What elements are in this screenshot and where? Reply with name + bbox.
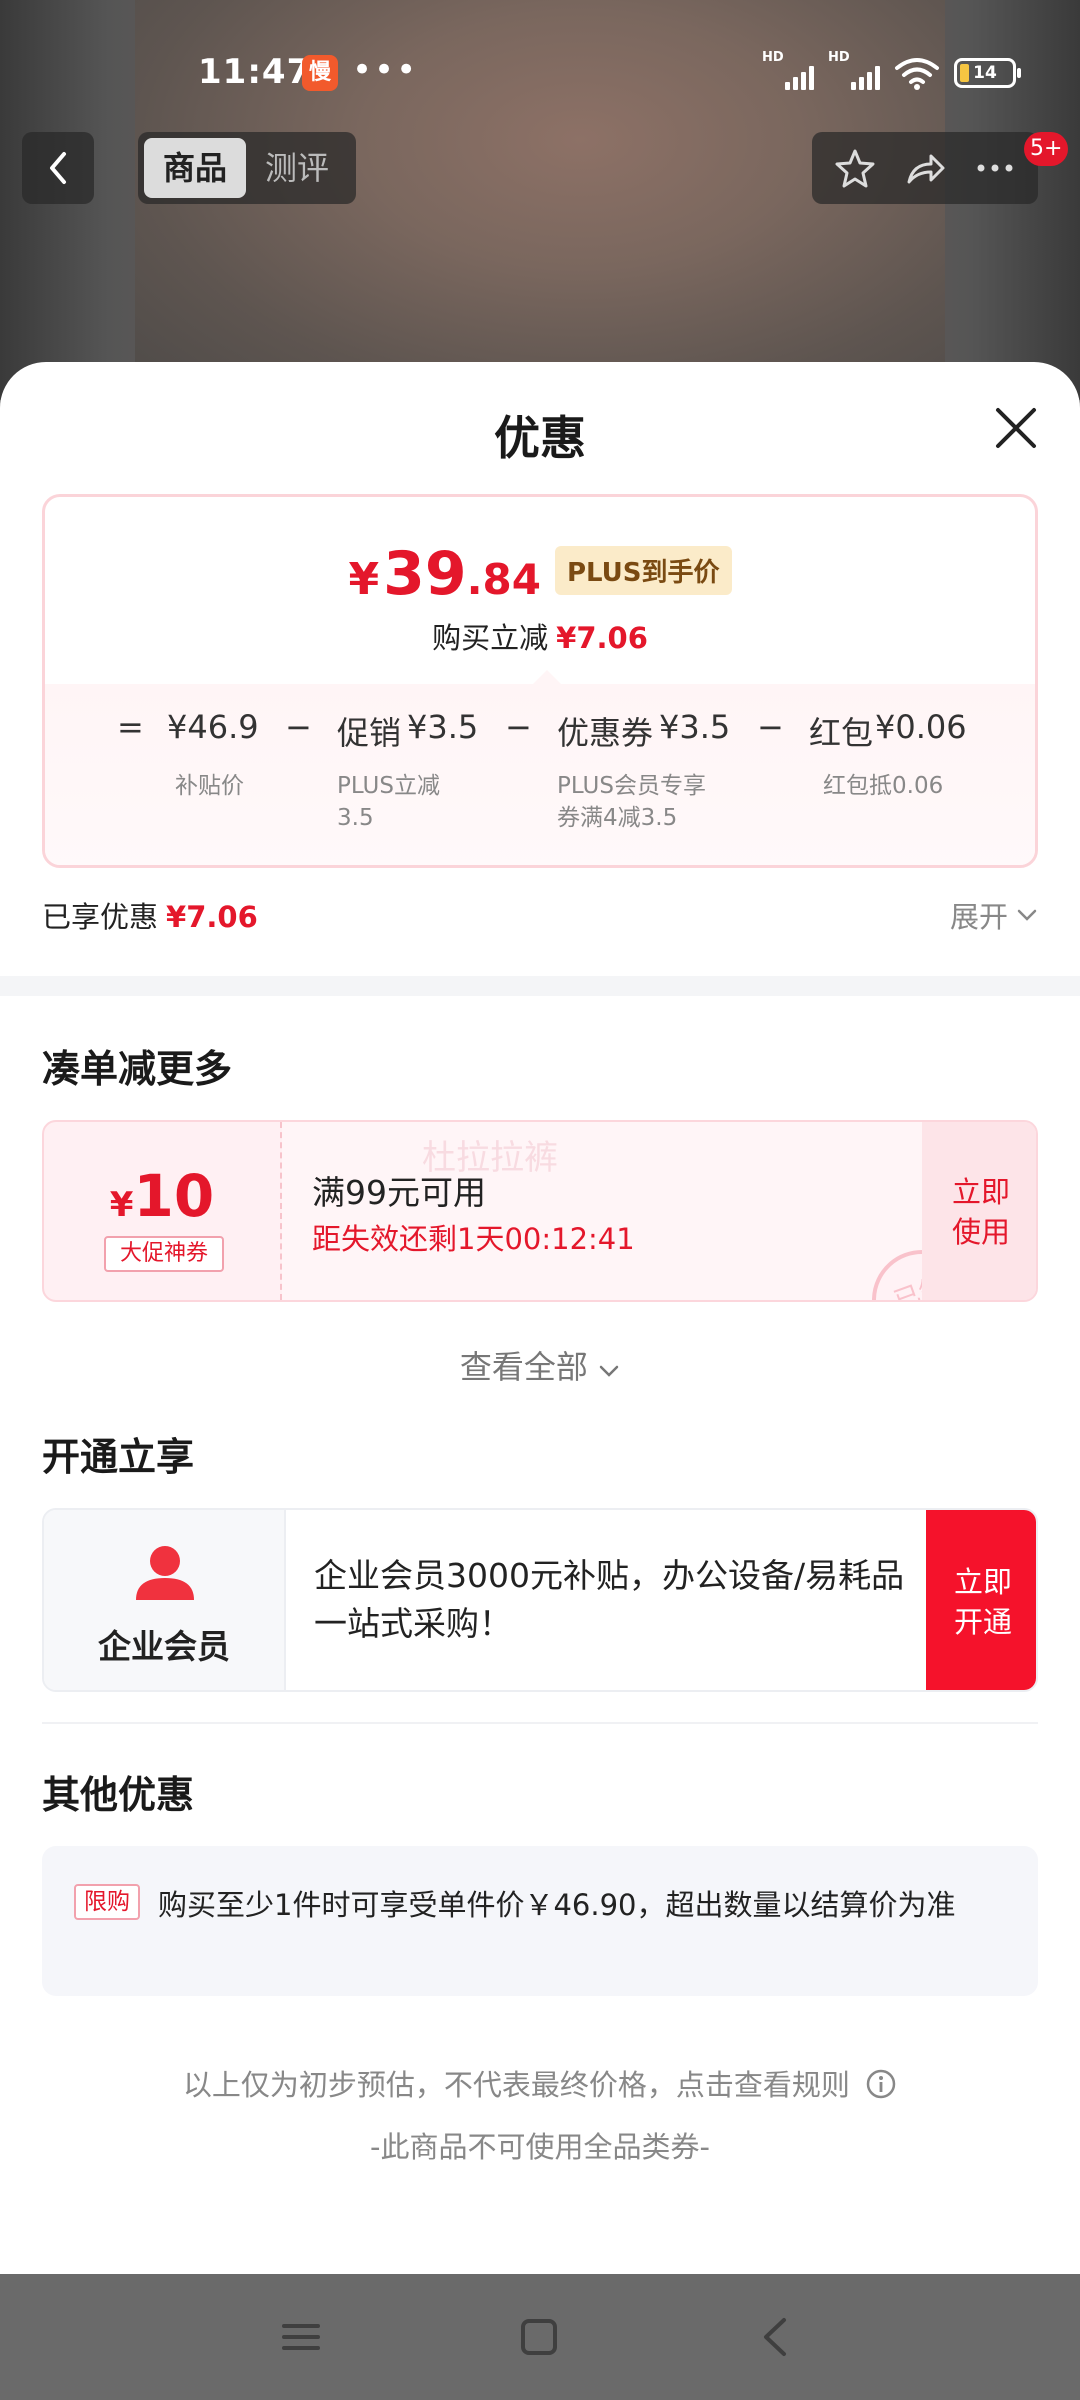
use-btn-line2: 使用 — [951, 1215, 1010, 1249]
back-chevron-icon — [50, 152, 66, 184]
price-summary: ¥ 39 .84 PLUS到手价 购买立减 ¥7.06 — [45, 497, 1035, 687]
base-price-label: 补贴价 — [175, 773, 244, 799]
sheet-title: 优惠 — [494, 411, 586, 465]
screen: 11:47 慢 ••• HD HD 14 商品 测评 5+ 优惠 ¥ 39 .8… — [0, 0, 1080, 2400]
notification-app-icon: 慢 — [302, 55, 338, 91]
final-price: ¥ 39 .84 PLUS到手价 — [45, 539, 1035, 609]
more-icon[interactable] — [973, 146, 1017, 190]
price-decimal: .84 — [466, 555, 541, 604]
equals-sign: = — [117, 708, 144, 746]
coupon-amount: ¥10 — [44, 1162, 280, 1230]
back-button[interactable] — [22, 132, 94, 204]
section-title-open: 开通立享 — [42, 1435, 195, 1479]
section-divider — [0, 976, 1080, 996]
expand-button[interactable]: 展开 — [950, 894, 1038, 936]
system-nav-bar — [0, 2274, 1080, 2400]
tab-product[interactable]: 商品 — [144, 138, 246, 198]
breakdown-row: = ¥46.9 − 促销 ¥3.5 − 优惠券 ¥3.5 − 红包 ¥0.06 — [45, 708, 1035, 758]
home-square-icon[interactable] — [514, 2312, 564, 2362]
status-time: 11:47 — [198, 52, 312, 92]
limit-tag: 限购 — [74, 1884, 140, 1920]
promo-label-line1: PLUS立减 — [337, 773, 440, 799]
promo-label-line2: 3.5 — [337, 805, 374, 831]
promo-name: 促销 — [337, 714, 402, 752]
signal-icon-2: HD — [828, 50, 880, 90]
redpacket-label: 红包抵0.06 — [823, 773, 944, 799]
view-all-label: 查看全部 — [459, 1348, 588, 1386]
coupon-condition: 满99元可用 — [312, 1173, 486, 1212]
top-actions — [812, 132, 1038, 204]
coupon-name: 优惠券 — [557, 714, 654, 752]
price-card: ¥ 39 .84 PLUS到手价 购买立减 ¥7.06 = ¥46.9 − 促销 … — [42, 494, 1038, 868]
wifi-icon — [895, 58, 939, 90]
open-membership-button[interactable]: 立即 开通 — [926, 1510, 1036, 1690]
product-tabs: 商品 测评 — [138, 132, 356, 204]
coupon-currency: ¥ — [109, 1185, 134, 1225]
saved-label: 已享优惠 — [42, 900, 159, 934]
limit-description: 购买至少1件时可享受单件价￥46.90，超出数量以结算价为准 — [158, 1888, 956, 1922]
member-name: 企业会员 — [98, 1627, 230, 1666]
coupon-label-line2: 券满4减3.5 — [557, 805, 678, 831]
minus-sign-1: − — [285, 708, 312, 746]
info-icon — [866, 2069, 896, 2099]
reduction-value: ¥7.06 — [556, 621, 648, 655]
message-badge: 5+ — [1024, 132, 1069, 166]
price-breakdown: = ¥46.9 − 促销 ¥3.5 − 优惠券 ¥3.5 − 红包 ¥0.06 … — [45, 670, 1035, 865]
section-title-more: 凑单减更多 — [42, 1047, 233, 1091]
redpacket-name: 红包 — [809, 714, 874, 752]
rules-note-text: 以上仅为初步预估，不代表最终价格，点击查看规则 — [182, 2068, 850, 2102]
plus-price-tag: PLUS到手价 — [554, 545, 732, 595]
member-description: 企业会员3000元补贴，办公设备/易耗品一站式采购！ — [314, 1556, 905, 1643]
coupon-card: ¥10 大促神券 杜拉拉裤 满99元可用 距失效还剩1天00:12:41 已领 … — [42, 1120, 1038, 1302]
signal-icon-1: HD — [762, 50, 814, 90]
share-icon[interactable] — [903, 146, 947, 190]
open-btn-line2: 开通 — [953, 1605, 1012, 1639]
promo-value: ¥3.5 — [407, 708, 479, 746]
member-badge: 企业会员 — [44, 1510, 286, 1690]
coupon-tag: 大促神券 — [104, 1236, 224, 1272]
coupon-label-line1: PLUS会员专享 — [557, 773, 706, 799]
base-price: ¥46.9 — [167, 708, 259, 746]
section-title-other: 其他优惠 — [42, 1773, 195, 1817]
open-btn-line1: 立即 — [953, 1565, 1012, 1599]
status-bar: 11:47 慢 ••• HD HD 14 — [0, 0, 1080, 150]
minus-sign-3: − — [757, 708, 784, 746]
category-coupon-note: -此商品不可使用全品类券- — [370, 2130, 710, 2164]
coupon-amount-block: ¥10 大促神券 — [44, 1122, 282, 1300]
expand-label: 展开 — [949, 900, 1008, 934]
discount-sheet: 优惠 ¥ 39 .84 PLUS到手价 购买立减 ¥7.06 = ¥46.9 −… — [0, 362, 1080, 2274]
promo-label: PLUS立减 3.5 — [337, 770, 440, 834]
coupon-details: 杜拉拉裤 满99元可用 距失效还剩1天00:12:41 已领 — [282, 1122, 987, 1300]
reduction-label: 购买立减 — [432, 621, 549, 655]
tab-review[interactable]: 测评 — [246, 138, 348, 198]
price-reduction: 购买立减 ¥7.06 — [45, 615, 1035, 657]
rules-note[interactable]: 以上仅为初步预估，不代表最终价格，点击查看规则 — [0, 2062, 1080, 2104]
coupon-value: ¥3.5 — [659, 708, 731, 746]
use-coupon-button[interactable]: 立即 使用 — [922, 1122, 1036, 1300]
battery-icon: 14 — [954, 58, 1021, 88]
thin-divider — [42, 1722, 1038, 1724]
back-triangle-icon[interactable] — [750, 2312, 800, 2362]
status-indicators: HD HD 14 — [762, 50, 1021, 90]
coupon-countdown: 距失效还剩1天00:12:41 — [312, 1222, 635, 1256]
more-notifications-icon: ••• — [352, 50, 419, 90]
view-all-button[interactable]: 查看全部 — [0, 1342, 1080, 1388]
price-integer: 39 — [383, 539, 467, 609]
purchase-limit-card: 限购 购买至少1件时可享受单件价￥46.90，超出数量以结算价为准 — [42, 1846, 1038, 1996]
chevron-down-icon — [1017, 909, 1037, 921]
close-icon[interactable] — [990, 402, 1042, 454]
enterprise-member-card: 企业会员 企业会员3000元补贴，办公设备/易耗品一站式采购！ 立即 开通 — [42, 1508, 1038, 1692]
chevron-down-icon — [599, 1365, 619, 1377]
person-icon — [136, 1546, 194, 1600]
use-btn-line1: 立即 — [951, 1175, 1010, 1209]
star-icon[interactable] — [833, 146, 877, 190]
price-currency: ¥ — [348, 554, 380, 605]
redpacket-value: ¥0.06 — [875, 708, 967, 746]
menu-icon[interactable] — [276, 2312, 326, 2362]
saved-discount: 已享优惠 ¥7.06 — [42, 894, 258, 936]
coupon-label: PLUS会员专享 券满4减3.5 — [557, 770, 706, 834]
saved-value: ¥7.06 — [166, 900, 258, 934]
minus-sign-2: − — [505, 708, 532, 746]
coupon-value-number: 10 — [133, 1162, 215, 1230]
